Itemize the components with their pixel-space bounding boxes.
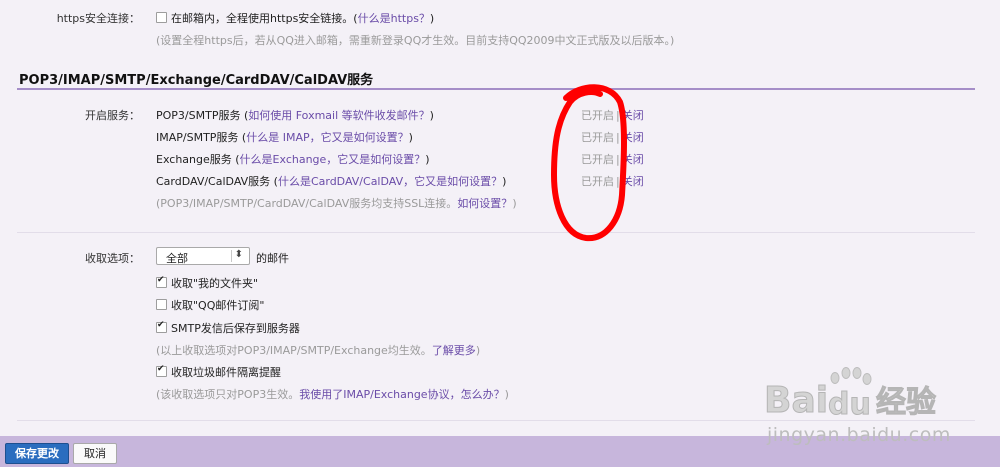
- divider: [17, 232, 975, 233]
- smtp-save-checkbox[interactable]: [156, 320, 167, 333]
- receive-scope-select[interactable]: 全部 ⬍: [156, 247, 250, 265]
- option-text: SMTP发信后保存到服务器: [171, 322, 300, 335]
- my-folders-checkbox[interactable]: [156, 275, 167, 288]
- paren: ): [429, 12, 435, 25]
- service-exchange: Exchange服务 (什么是Exchange，它又是如何设置？): [156, 151, 430, 167]
- service-name: POP3/SMTP服务 (: [156, 109, 249, 122]
- subscription-checkbox[interactable]: [156, 299, 167, 310]
- hint-text: (以上收取选项对POP3/IMAP/SMTP/Exchange均生效。: [156, 344, 432, 357]
- https-label: https安全连接：: [56, 12, 140, 25]
- watermark-url: jingyan.baidu.com: [767, 424, 951, 446]
- option-text: 收取垃圾邮件隔离提醒: [171, 366, 281, 379]
- opt-subscription: 收取"QQ邮件订阅": [156, 297, 264, 313]
- learn-more-link[interactable]: 了解更多: [432, 344, 476, 357]
- red-circle-annotation: [551, 84, 627, 242]
- ssl-howto-link[interactable]: 如何设置？: [457, 197, 512, 210]
- services-label: 开启服务：: [85, 109, 140, 122]
- spam-reminder-checkbox[interactable]: [156, 364, 167, 377]
- service-help-link[interactable]: 如何使用 Foxmail 等软件收发邮件？: [248, 109, 429, 122]
- hint-text: (该收取选项只对POP3生效。: [156, 388, 300, 401]
- service-imap: IMAP/SMTP服务 (什么是 IMAP，它又是如何设置？): [156, 129, 413, 145]
- receive-label: 收取选项：: [85, 252, 140, 265]
- https-option-text: 在邮箱内，全程使用https安全链接。(: [171, 12, 358, 25]
- ssl-hint: (POP3/IMAP/SMTP/CardDAV/CalDAV服务均支持SSL连接…: [156, 195, 517, 211]
- paren: ): [504, 388, 509, 401]
- section-divider: [17, 88, 975, 90]
- receive-hint2: (该收取选项只对POP3生效。我使用了IMAP/Exchange协议，怎么办？): [156, 386, 509, 402]
- paren: ): [425, 153, 430, 166]
- service-help-link[interactable]: 什么是Exchange，它又是如何设置？: [240, 153, 426, 166]
- service-name: Exchange服务 (: [156, 153, 240, 166]
- what-is-https-link[interactable]: 什么是https？: [358, 12, 430, 25]
- baidu-jingyan-watermark: Bai du 经验: [764, 367, 937, 423]
- updown-arrow-icon: ⬍: [234, 249, 243, 260]
- https-hint: (设置全程https后，若从QQ进入邮箱，需重新登录QQ才生效。目前支持QQ20…: [156, 34, 675, 47]
- svg-text:Bai: Bai: [764, 380, 828, 421]
- opt-smtp-save: SMTP发信后保存到服务器: [156, 320, 300, 336]
- service-name: CardDAV/CalDAV服务 (: [156, 175, 278, 188]
- option-text: 收取"我的文件夹": [171, 277, 259, 290]
- svg-text:du: du: [828, 387, 871, 422]
- cancel-button[interactable]: 取消: [73, 443, 117, 464]
- paren: ): [429, 109, 434, 122]
- section-title: POP3/IMAP/SMTP/Exchange/CardDAV/CalDAV服务: [19, 73, 374, 88]
- paren: ): [502, 175, 507, 188]
- opt-spam-reminder: 收取垃圾邮件隔离提醒: [156, 364, 281, 380]
- select-divider: [231, 250, 232, 262]
- receive-suffix: 的邮件: [256, 252, 289, 265]
- opt-my-folders: 收取"我的文件夹": [156, 275, 258, 291]
- ssl-hint-text: (POP3/IMAP/SMTP/CardDAV/CalDAV服务均支持SSL连接…: [156, 197, 458, 210]
- paren: ): [408, 131, 413, 144]
- https-checkbox[interactable]: [156, 12, 167, 23]
- paren: ): [475, 344, 481, 357]
- service-help-link[interactable]: 什么是CardDAV/CalDAV，它又是如何设置？: [278, 175, 502, 188]
- imap-exchange-help-link[interactable]: 我使用了IMAP/Exchange协议，怎么办？: [299, 388, 504, 401]
- service-name: IMAP/SMTP服务 (: [156, 131, 247, 144]
- paren: ): [512, 197, 517, 210]
- receive-hint1: (以上收取选项对POP3/IMAP/SMTP/Exchange均生效。了解更多): [156, 342, 480, 358]
- https-option: 在邮箱内，全程使用https安全链接。(什么是https？): [156, 10, 434, 26]
- svg-text:经验: 经验: [876, 385, 936, 420]
- select-value: 全部: [166, 252, 188, 265]
- service-help-link[interactable]: 什么是 IMAP，它又是如何设置？: [246, 131, 408, 144]
- save-button[interactable]: 保存更改: [5, 443, 69, 464]
- service-pop3: POP3/SMTP服务 (如何使用 Foxmail 等软件收发邮件？): [156, 107, 434, 123]
- option-text: 收取"QQ邮件订阅": [171, 299, 265, 312]
- service-carddav: CardDAV/CalDAV服务 (什么是CardDAV/CalDAV，它又是如…: [156, 173, 506, 189]
